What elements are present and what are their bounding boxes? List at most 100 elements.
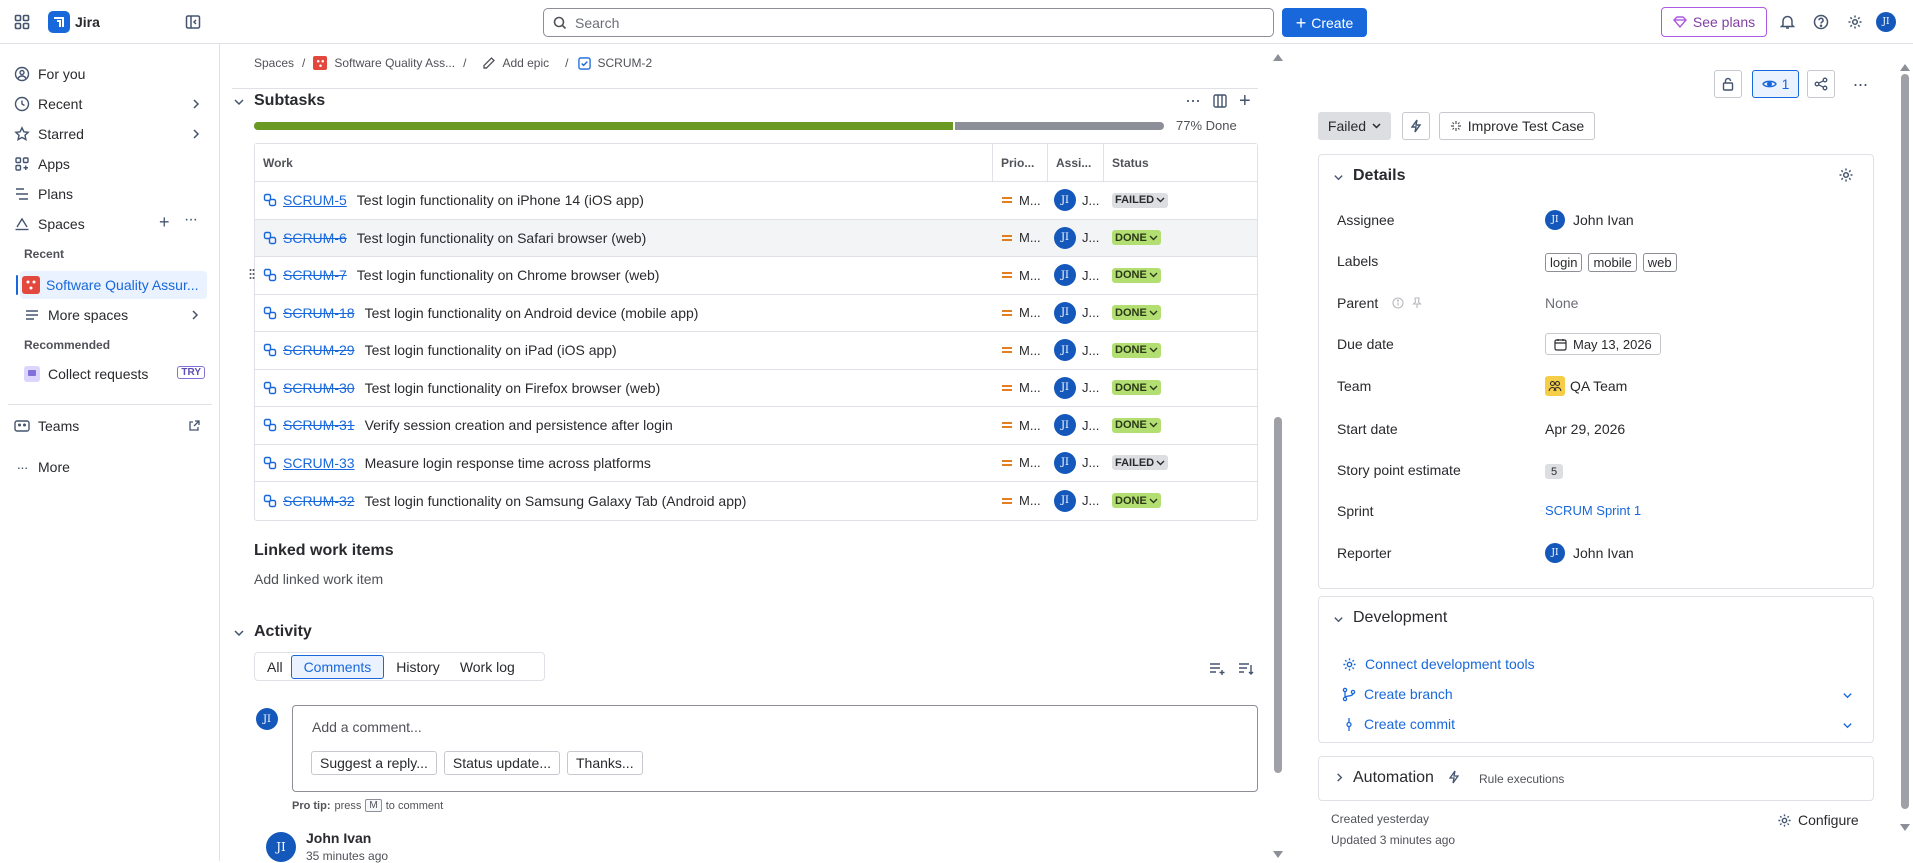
reporter-value[interactable]: JI John Ivan [1545, 543, 1634, 563]
settings-icon[interactable] [1846, 13, 1864, 31]
table-row[interactable]: SCRUM-32 Test login functionality on Sams… [255, 482, 1257, 520]
due-date-value[interactable]: May 13, 2026 [1545, 333, 1661, 355]
collapse-sidebar-icon[interactable] [184, 13, 202, 31]
quick-reply-thanks[interactable]: Thanks... [567, 751, 643, 775]
subtask-key[interactable]: SCRUM-6 [283, 230, 347, 246]
table-row[interactable]: SCRUM-33 Measure login response time acro… [255, 445, 1257, 482]
scroll-down-arrow[interactable] [1900, 824, 1910, 831]
status-lozenge[interactable]: DONE [1112, 493, 1161, 509]
improve-test-case-button[interactable]: Improve Test Case [1439, 112, 1595, 140]
scrollbar-thumb[interactable] [1274, 417, 1282, 773]
subtask-summary[interactable]: Measure login response time across platf… [365, 455, 651, 471]
subtask-summary[interactable]: Test login functionality on Chrome brows… [357, 267, 660, 283]
sprint-value[interactable]: SCRUM Sprint 1 [1545, 503, 1641, 518]
table-row[interactable]: SCRUM-31 Verify session creation and pers… [255, 407, 1257, 445]
subtask-summary[interactable]: Verify session creation and persistence … [365, 417, 673, 433]
status-lozenge[interactable]: DONE [1112, 267, 1161, 283]
column-header-status[interactable]: Status [1104, 156, 1149, 170]
subtask-summary[interactable]: Test login functionality on Android devi… [365, 305, 699, 321]
help-icon[interactable] [1812, 13, 1830, 31]
subtask-key[interactable]: SCRUM-29 [283, 342, 355, 358]
status-lozenge[interactable]: DONE [1112, 305, 1161, 321]
assignee-value[interactable]: JI John Ivan [1545, 210, 1634, 230]
sidebar-item-active-space[interactable]: Software Quality Assur... [20, 271, 207, 299]
sidebar-item-teams[interactable]: Teams [8, 412, 208, 440]
table-row[interactable]: SCRUM-18 Test login functionality on Andr… [255, 295, 1257, 332]
scrollbar-thumb[interactable] [1901, 74, 1909, 809]
column-header-priority[interactable]: Prio... [993, 156, 1047, 170]
sidebar-item-for-you[interactable]: For you [8, 60, 208, 88]
column-header-assignee[interactable]: Assi... [1048, 156, 1103, 170]
table-row[interactable]: SCRUM-29 Test login functionality on iPad… [255, 332, 1257, 370]
status-dropdown[interactable]: Failed [1318, 112, 1391, 140]
add-subtask-icon[interactable]: + [1239, 91, 1251, 111]
scroll-up-arrow[interactable] [1273, 54, 1283, 61]
user-avatar[interactable]: JI [1876, 12, 1896, 32]
more-actions-icon[interactable]: ··· [184, 211, 198, 229]
status-lozenge[interactable]: DONE [1112, 380, 1161, 396]
automation-trigger-button[interactable] [1402, 112, 1430, 140]
drag-handle-icon[interactable] [249, 268, 255, 280]
sidebar-item-recent[interactable]: Recent [8, 90, 208, 118]
sidebar-item-apps[interactable]: Apps [8, 150, 208, 178]
status-lozenge[interactable]: FAILED [1112, 455, 1169, 471]
table-row[interactable]: SCRUM-7 Test login functionality on Chrom… [255, 257, 1257, 295]
subtask-summary[interactable]: Test login functionality on Samsung Gala… [365, 493, 747, 509]
team-value[interactable]: QA Team [1545, 376, 1627, 396]
status-lozenge[interactable]: DONE [1112, 230, 1161, 246]
table-row[interactable]: SCRUM-30 Test login functionality on Fire… [255, 370, 1257, 407]
see-plans-button[interactable]: See plans [1661, 7, 1767, 37]
sort-icon[interactable] [1238, 662, 1254, 676]
status-lozenge[interactable]: DONE [1112, 342, 1161, 358]
status-lozenge[interactable]: FAILED [1112, 192, 1169, 208]
create-commit-link[interactable]: Create commit [1342, 716, 1455, 732]
columns-icon[interactable] [1213, 94, 1227, 108]
more-actions-icon[interactable]: ··· [1185, 90, 1201, 111]
sidebar-item-spaces[interactable]: Spaces + ··· [8, 210, 208, 238]
connect-dev-tools-link[interactable]: Connect development tools [1342, 656, 1535, 672]
sidebar-item-collect-requests[interactable]: Collect requests TRY [20, 360, 207, 388]
quick-reply-status[interactable]: Status update... [443, 751, 560, 775]
expand-branch-icon[interactable] [1842, 690, 1853, 701]
subtask-key[interactable]: SCRUM-7 [283, 267, 347, 283]
notifications-icon[interactable] [1778, 13, 1796, 31]
subtask-key[interactable]: SCRUM-33 [283, 455, 355, 471]
sidebar-item-plans[interactable]: Plans [8, 180, 208, 208]
tab-comments[interactable]: Comments [290, 654, 385, 679]
subtask-key[interactable]: SCRUM-32 [283, 493, 355, 509]
column-header-work[interactable]: Work [255, 156, 992, 170]
app-switcher-icon[interactable] [13, 13, 31, 31]
subtask-key[interactable]: SCRUM-5 [283, 192, 347, 208]
subtask-summary[interactable]: Test login functionality on iPhone 14 (i… [357, 192, 644, 208]
configure-button[interactable]: Configure [1777, 812, 1859, 828]
labels-value[interactable]: login mobile web [1545, 253, 1683, 272]
main-scrollbar[interactable] [1273, 54, 1283, 861]
collapse-activity-icon[interactable] [233, 627, 245, 639]
breadcrumb-issue-key[interactable]: SCRUM-2 [597, 56, 652, 70]
lock-button[interactable] [1714, 70, 1742, 98]
app-name[interactable]: Jira [75, 14, 100, 30]
share-button[interactable] [1807, 70, 1835, 98]
start-date-value[interactable]: Apr 29, 2026 [1545, 421, 1625, 437]
sidebar-item-more[interactable]: ··· More [8, 453, 208, 481]
comment-author[interactable]: John Ivan [306, 830, 371, 846]
subtask-key[interactable]: SCRUM-30 [283, 380, 355, 396]
expand-commit-icon[interactable] [1842, 720, 1853, 731]
filter-icon[interactable] [1209, 662, 1225, 676]
subtask-summary[interactable]: Test login functionality on Firefox brow… [365, 380, 661, 396]
collapse-development-icon[interactable] [1333, 614, 1344, 625]
breadcrumb-project[interactable]: Software Quality Ass... [334, 56, 455, 70]
add-space-icon[interactable]: + [159, 213, 170, 231]
expand-automation-icon[interactable] [1334, 772, 1345, 783]
more-actions-button[interactable]: ··· [1845, 70, 1875, 98]
breadcrumb-add-epic[interactable]: Add epic [502, 56, 549, 70]
subtask-key[interactable]: SCRUM-18 [283, 305, 355, 321]
search-input[interactable]: Search [543, 8, 1274, 37]
story-points-value[interactable]: 5 [1545, 464, 1564, 479]
sidebar-item-more-spaces[interactable]: More spaces [20, 301, 207, 329]
status-lozenge[interactable]: DONE [1112, 417, 1161, 433]
create-branch-link[interactable]: Create branch [1342, 686, 1453, 702]
tab-all[interactable]: All [259, 659, 291, 675]
panel-scrollbar[interactable] [1900, 64, 1910, 854]
collapse-subtasks-icon[interactable] [233, 96, 245, 108]
